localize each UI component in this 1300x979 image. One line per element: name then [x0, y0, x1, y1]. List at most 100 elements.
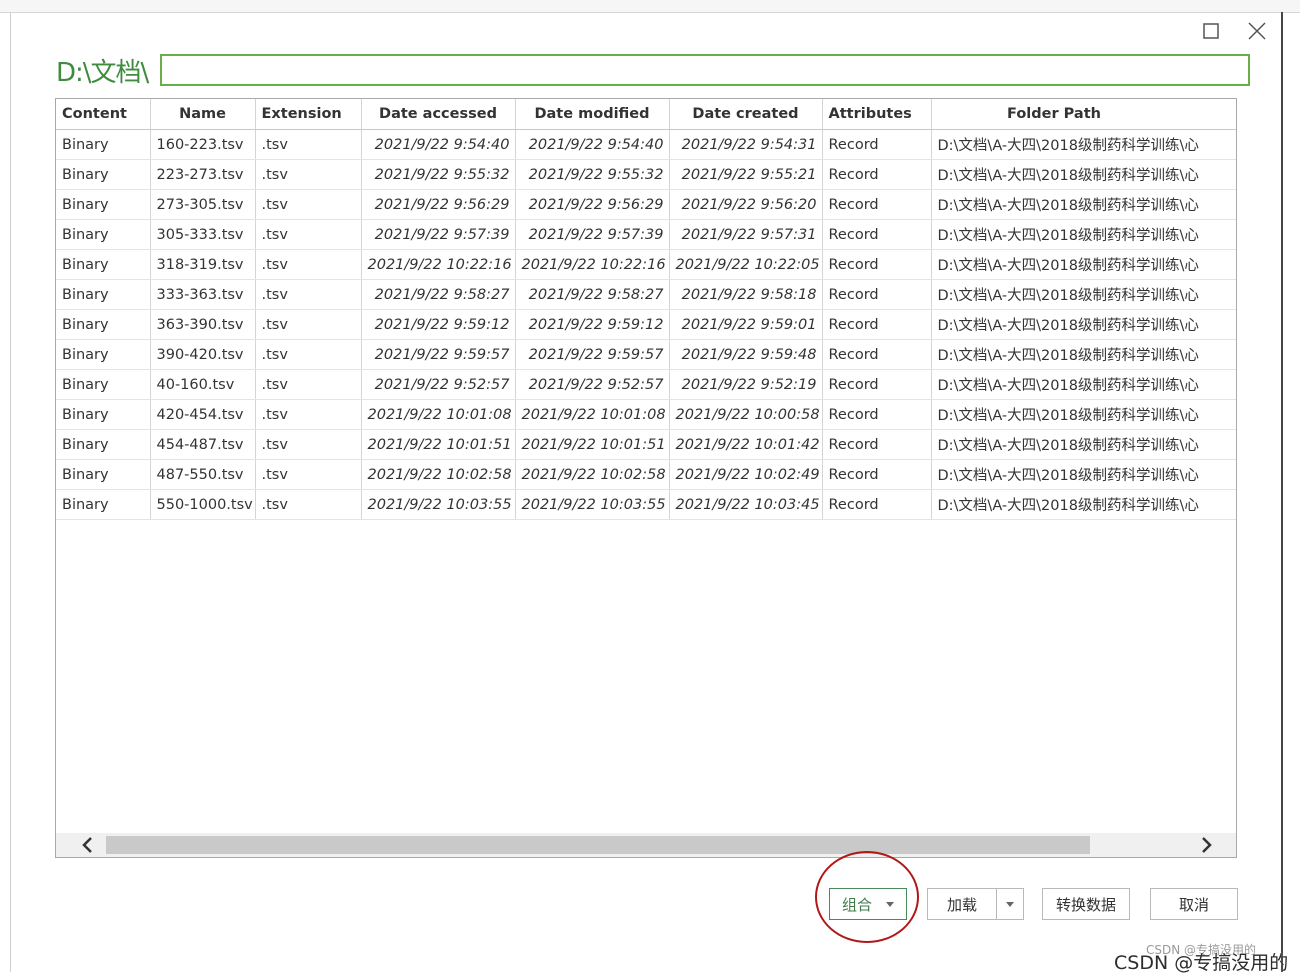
- scroll-right-button[interactable]: [1194, 833, 1218, 857]
- cell-date-modified[interactable]: 2021/9/22 9:56:29: [515, 189, 670, 220]
- cell-attributes[interactable]: Record: [822, 399, 932, 430]
- cell-extension[interactable]: .tsv: [255, 429, 362, 460]
- cell-date-modified[interactable]: 2021/9/22 9:55:32: [515, 159, 670, 190]
- cell-date-accessed[interactable]: 2021/9/22 9:59:57: [361, 339, 516, 370]
- cell-folder-path[interactable]: D:\文档\A-大四\2018级制药科学训练\心: [931, 249, 1236, 280]
- cell-extension[interactable]: .tsv: [255, 369, 362, 400]
- cell-date-modified[interactable]: 2021/9/22 9:58:27: [515, 279, 670, 310]
- cell-date-modified[interactable]: 2021/9/22 9:59:57: [515, 339, 670, 370]
- cell-extension[interactable]: .tsv: [255, 489, 362, 520]
- cell-date-created[interactable]: 2021/9/22 9:58:18: [669, 279, 823, 310]
- cell-content[interactable]: Binary: [56, 399, 151, 430]
- cell-folder-path[interactable]: D:\文档\A-大四\2018级制药科学训练\心: [931, 129, 1236, 160]
- cell-content[interactable]: Binary: [56, 189, 151, 220]
- cell-date-accessed[interactable]: 2021/9/22 9:55:32: [361, 159, 516, 190]
- cell-date-accessed[interactable]: 2021/9/22 9:58:27: [361, 279, 516, 310]
- cell-content[interactable]: Binary: [56, 129, 151, 160]
- cell-date-created[interactable]: 2021/9/22 9:52:19: [669, 369, 823, 400]
- cell-date-created[interactable]: 2021/9/22 10:02:49: [669, 459, 823, 490]
- cell-folder-path[interactable]: D:\文档\A-大四\2018级制药科学训练\心: [931, 279, 1236, 310]
- scroll-left-button[interactable]: [76, 833, 100, 857]
- cell-attributes[interactable]: Record: [822, 309, 932, 340]
- cell-content[interactable]: Binary: [56, 369, 151, 400]
- cell-date-modified[interactable]: 2021/9/22 9:54:40: [515, 129, 670, 160]
- load-dropdown-button[interactable]: [996, 888, 1024, 920]
- cell-date-accessed[interactable]: 2021/9/22 9:56:29: [361, 189, 516, 220]
- cell-content[interactable]: Binary: [56, 489, 151, 520]
- cell-folder-path[interactable]: D:\文档\A-大四\2018级制药科学训练\心: [931, 309, 1236, 340]
- cell-attributes[interactable]: Record: [822, 339, 932, 370]
- cell-name[interactable]: 333-363.tsv: [150, 279, 256, 310]
- load-button[interactable]: 加载: [927, 888, 997, 920]
- cell-folder-path[interactable]: D:\文档\A-大四\2018级制药科学训练\心: [931, 399, 1236, 430]
- cell-attributes[interactable]: Record: [822, 489, 932, 520]
- cell-attributes[interactable]: Record: [822, 129, 932, 160]
- cell-attributes[interactable]: Record: [822, 219, 932, 250]
- cell-attributes[interactable]: Record: [822, 249, 932, 280]
- cell-extension[interactable]: .tsv: [255, 339, 362, 370]
- cell-date-created[interactable]: 2021/9/22 10:22:05: [669, 249, 823, 280]
- column-header-extension[interactable]: Extension: [255, 99, 362, 130]
- column-header-content[interactable]: Content: [56, 99, 151, 130]
- cell-name[interactable]: 273-305.tsv: [150, 189, 256, 220]
- cell-date-created[interactable]: 2021/9/22 10:00:58: [669, 399, 823, 430]
- horizontal-scrollbar[interactable]: [56, 833, 1236, 857]
- cell-name[interactable]: 420-454.tsv: [150, 399, 256, 430]
- table-row[interactable]: Binary 223-273.tsv .tsv 2021/9/22 9:55:32 20…: [56, 159, 1236, 190]
- cell-date-modified[interactable]: 2021/9/22 9:59:12: [515, 309, 670, 340]
- cell-folder-path[interactable]: D:\文档\A-大四\2018级制药科学训练\心: [931, 189, 1236, 220]
- table-row[interactable]: Binary 305-333.tsv .tsv 2021/9/22 9:57:39 20…: [56, 219, 1236, 250]
- table-row[interactable]: Binary 390-420.tsv .tsv 2021/9/22 9:59:57 20…: [56, 339, 1236, 370]
- table-row[interactable]: Binary 363-390.tsv .tsv 2021/9/22 9:59:12 20…: [56, 309, 1236, 340]
- cell-attributes[interactable]: Record: [822, 159, 932, 190]
- cell-folder-path[interactable]: D:\文档\A-大四\2018级制药科学训练\心: [931, 219, 1236, 250]
- cell-folder-path[interactable]: D:\文档\A-大四\2018级制药科学训练\心: [931, 429, 1236, 460]
- cell-content[interactable]: Binary: [56, 309, 151, 340]
- cell-content[interactable]: Binary: [56, 339, 151, 370]
- cell-extension[interactable]: .tsv: [255, 399, 362, 430]
- cell-extension[interactable]: .tsv: [255, 189, 362, 220]
- cell-folder-path[interactable]: D:\文档\A-大四\2018级制药科学训练\心: [931, 489, 1236, 520]
- table-row[interactable]: Binary 160-223.tsv .tsv 2021/9/22 9:54:40 20…: [56, 129, 1236, 160]
- close-button[interactable]: [1244, 18, 1270, 44]
- cell-name[interactable]: 550-1000.tsv: [150, 489, 256, 520]
- cell-date-accessed[interactable]: 2021/9/22 10:02:58: [361, 459, 516, 490]
- cell-content[interactable]: Binary: [56, 219, 151, 250]
- column-header-date-modified[interactable]: Date modified: [515, 99, 670, 130]
- cell-name[interactable]: 223-273.tsv: [150, 159, 256, 190]
- column-header-date-created[interactable]: Date created: [669, 99, 823, 130]
- column-header-name[interactable]: Name: [150, 99, 256, 130]
- cell-name[interactable]: 390-420.tsv: [150, 339, 256, 370]
- cell-name[interactable]: 318-319.tsv: [150, 249, 256, 280]
- cell-name[interactable]: 40-160.tsv: [150, 369, 256, 400]
- cell-date-created[interactable]: 2021/9/22 9:54:31: [669, 129, 823, 160]
- cell-extension[interactable]: .tsv: [255, 159, 362, 190]
- cell-date-created[interactable]: 2021/9/22 10:03:45: [669, 489, 823, 520]
- cell-content[interactable]: Binary: [56, 279, 151, 310]
- cell-date-created[interactable]: 2021/9/22 9:59:48: [669, 339, 823, 370]
- cell-date-modified[interactable]: 2021/9/22 10:03:55: [515, 489, 670, 520]
- cell-folder-path[interactable]: D:\文档\A-大四\2018级制药科学训练\心: [931, 459, 1236, 490]
- transform-data-button[interactable]: 转换数据: [1042, 888, 1130, 920]
- cell-name[interactable]: 454-487.tsv: [150, 429, 256, 460]
- cell-date-accessed[interactable]: 2021/9/22 9:52:57: [361, 369, 516, 400]
- table-row[interactable]: Binary 333-363.tsv .tsv 2021/9/22 9:58:27 20…: [56, 279, 1236, 310]
- table-row[interactable]: Binary 420-454.tsv .tsv 2021/9/22 10:01:08 2…: [56, 399, 1236, 430]
- cell-date-accessed[interactable]: 2021/9/22 10:01:08: [361, 399, 516, 430]
- cell-extension[interactable]: .tsv: [255, 279, 362, 310]
- cell-attributes[interactable]: Record: [822, 189, 932, 220]
- cell-date-accessed[interactable]: 2021/9/22 10:22:16: [361, 249, 516, 280]
- cell-attributes[interactable]: Record: [822, 279, 932, 310]
- cell-date-created[interactable]: 2021/9/22 9:59:01: [669, 309, 823, 340]
- cell-name[interactable]: 363-390.tsv: [150, 309, 256, 340]
- cell-date-modified[interactable]: 2021/9/22 10:22:16: [515, 249, 670, 280]
- cell-date-accessed[interactable]: 2021/9/22 9:54:40: [361, 129, 516, 160]
- cancel-button[interactable]: 取消: [1150, 888, 1238, 920]
- table-row[interactable]: Binary 487-550.tsv .tsv 2021/9/22 10:02:58 2…: [56, 459, 1236, 490]
- cell-name[interactable]: 305-333.tsv: [150, 219, 256, 250]
- cell-folder-path[interactable]: D:\文档\A-大四\2018级制药科学训练\心: [931, 369, 1236, 400]
- cell-date-modified[interactable]: 2021/9/22 10:01:51: [515, 429, 670, 460]
- cell-date-modified[interactable]: 2021/9/22 10:02:58: [515, 459, 670, 490]
- cell-date-created[interactable]: 2021/9/22 9:57:31: [669, 219, 823, 250]
- cell-extension[interactable]: .tsv: [255, 309, 362, 340]
